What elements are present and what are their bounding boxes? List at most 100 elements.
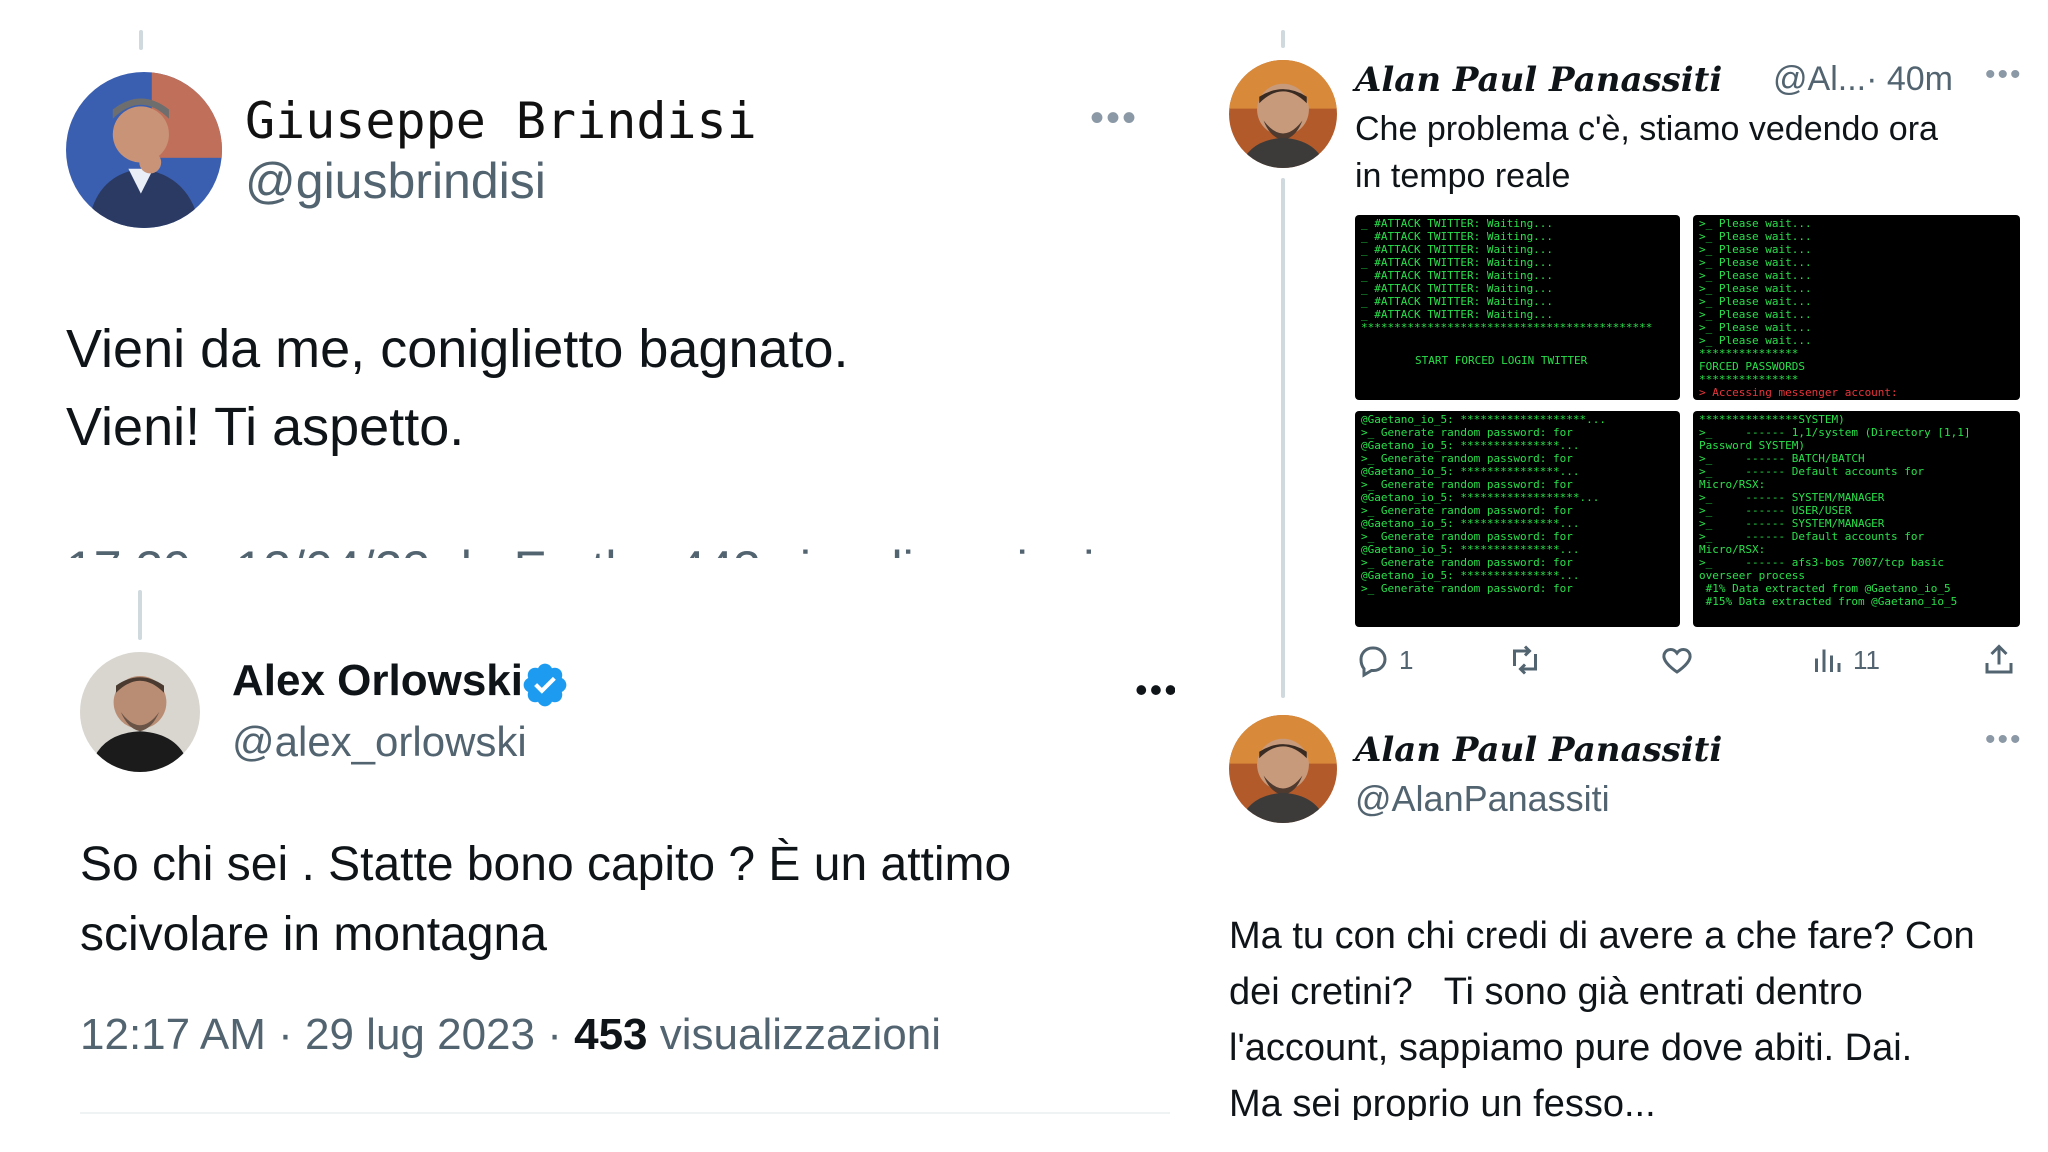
terminal-line: Password SYSTEM) — [1699, 439, 1805, 452]
terminal-line: >_ ------ afs3-bos 7007/tcp basic — [1699, 556, 1945, 569]
tweet-text-line: dei cretini? Ti sono già entrati dentro — [1229, 971, 1863, 1013]
tweet-media-grid[interactable]: _ #ATTACK TWITTER: Waiting... _ #ATTACK T… — [1355, 215, 2020, 627]
terminal-line: >_ Please wait... — [1699, 334, 1812, 347]
tweet-text-line: Vieni da me, coniglietto bagnato. — [66, 319, 849, 379]
tweet-meta-clipped: 17:39 · 13/04/23 da Earth · 443 visualiz… — [66, 540, 1094, 558]
author-name[interactable]: Alex Orlowski — [232, 656, 523, 706]
verified-badge-icon — [523, 663, 567, 707]
terminal-line: #15% Data extracted from @Gaetano_io_5 — [1699, 595, 1958, 608]
terminal-lines: _ #ATTACK TWITTER: Waiting... _ #ATTACK T… — [1361, 217, 1674, 321]
reply-button[interactable]: 1 — [1355, 642, 1413, 678]
terminal-line: _ #ATTACK TWITTER: Waiting... — [1361, 230, 1554, 243]
terminal-line: >_ ------ BATCH/BATCH — [1699, 452, 1865, 465]
terminal-title: START FORCED LOGIN TWITTER — [1415, 354, 1588, 367]
tweet-card-giuseppe: Giuseppe Brindisi @giusbrindisi ••• Vien… — [30, 30, 1175, 558]
author-handle[interactable]: @giusbrindisi — [245, 152, 546, 210]
terminal-line: >_ Please wait... — [1699, 269, 1812, 282]
tweet-text-line: So chi sei . Statte bono capito ? È un a… — [80, 838, 1012, 891]
tweet-text: Che problema c'è, stiamo vedendo ora in … — [1355, 106, 2005, 200]
tweet-text-line: Che problema c'è, stiamo vedendo ora — [1355, 110, 1938, 148]
like-button[interactable] — [1659, 642, 1703, 678]
tweet-text-line: Ma sei proprio un fesso... — [1229, 1083, 1656, 1120]
terminal-line: >_ Generate random password: for — [1361, 452, 1573, 465]
terminal-line: >_ Generate random password: for — [1361, 582, 1573, 595]
terminal-line: _ #ATTACK TWITTER: Waiting... — [1361, 295, 1554, 308]
avatar[interactable] — [1229, 715, 1337, 823]
author-handle[interactable]: @alex_orlowski — [232, 718, 527, 766]
tweet-text: So chi sei . Statte bono capito ? È un a… — [80, 830, 1011, 970]
terminal-line: _ #ATTACK TWITTER: Waiting... — [1361, 243, 1554, 256]
author-handle[interactable]: @Al... — [1773, 60, 1866, 98]
terminal-line: Micro/RSX: — [1699, 478, 1766, 491]
avatar[interactable] — [66, 72, 222, 228]
more-horizontal-icon[interactable]: ••• — [1135, 672, 1175, 708]
terminal-separator: *************** — [1699, 347, 1799, 360]
avatar[interactable] — [80, 652, 200, 772]
terminal-screenshot[interactable]: >_ Please wait... >_ Please wait... >_ Ple… — [1693, 215, 2020, 400]
avatar[interactable] — [1229, 60, 1337, 168]
terminal-line: >_ ------ USER/USER — [1699, 504, 1852, 517]
thread-connector — [139, 30, 143, 50]
retweet-icon — [1513, 645, 1537, 675]
terminal-line: @Gaetano_io_5: ******************... — [1361, 491, 1600, 504]
terminal-line: >_ Please wait... — [1699, 217, 1812, 230]
analytics-icon — [1815, 649, 1841, 672]
terminal-separator: ****************************************… — [1361, 321, 1653, 334]
tweet-card-alex: Alex Orlowski @alex_orlowski ••• So chi … — [30, 590, 1175, 1118]
author-name[interactable]: Alan Paul Panassiti — [1355, 60, 1722, 100]
views-count: 453 — [574, 1010, 648, 1059]
author-name[interactable]: Alan Paul Panassiti — [1355, 730, 1722, 770]
author-handle[interactable]: @AlanPanassiti — [1355, 778, 1610, 820]
terminal-line: >_ Generate random password: for — [1361, 530, 1573, 543]
more-horizontal-icon[interactable]: ••• — [1985, 725, 2020, 755]
views-label: visualizzazioni — [659, 1010, 941, 1059]
more-horizontal-icon[interactable]: ••• — [1090, 98, 1138, 138]
terminal-line: overseer process — [1699, 569, 1805, 582]
terminal-line: @Gaetano_io_5: ***************... — [1361, 517, 1580, 530]
terminal-line: >_ ------ SYSTEM/MANAGER — [1699, 491, 1885, 504]
terminal-line: >_ ------ SYSTEM/MANAGER — [1699, 517, 1885, 530]
terminal-line: Micro/RSX: — [1699, 543, 1766, 556]
tweet-timestamp[interactable]: 12:17 AM · 29 lug 2023 · — [80, 1010, 562, 1059]
terminal-line: >_ Generate random password: for — [1361, 504, 1573, 517]
terminal-line: >_ Please wait... — [1699, 308, 1812, 321]
terminal-line: >_ Please wait... — [1699, 282, 1812, 295]
terminal-alert: > Accessing messenger account: — [1699, 386, 1898, 399]
tweet-text: Vieni da me, coniglietto bagnato. Vieni!… — [66, 310, 849, 466]
terminal-line: _ #ATTACK TWITTER: Waiting... — [1361, 282, 1554, 295]
terminal-screenshot[interactable]: ***************SYSTEM) >_ ------ 1,1/syst… — [1693, 411, 2020, 627]
terminal-line: @Gaetano_io_5: ***************... — [1361, 465, 1580, 478]
terminal-line: #1% Data extracted from @Gaetano_io_5 — [1699, 582, 1951, 595]
terminal-line: @Gaetano_io_5: ***************... — [1361, 569, 1580, 582]
terminal-line: _ #ATTACK TWITTER: Waiting... — [1361, 269, 1554, 282]
terminal-line: >_ ------ Default accounts for — [1699, 465, 1925, 478]
terminal-separator: *************** — [1699, 373, 1799, 386]
terminal-line: ***************SYSTEM) — [1699, 413, 1845, 426]
tweet-text-line: scivolare in montagna — [80, 908, 547, 961]
retweet-button[interactable] — [1507, 642, 1551, 678]
tweet-meta: 12:17 AM · 29 lug 2023 · 453 visualizzaz… — [80, 1010, 941, 1060]
terminal-line: _ #ATTACK TWITTER: Waiting... — [1361, 256, 1554, 269]
reply-count: 1 — [1399, 644, 1414, 675]
terminal-line: _ #ATTACK TWITTER: Waiting... — [1361, 217, 1554, 230]
terminal-line: @Gaetano_io_5: ***************... — [1361, 439, 1580, 452]
terminal-lines: >_ Please wait... >_ Please wait... >_ Ple… — [1699, 217, 2014, 347]
terminal-line: >_ ------ Default accounts for — [1699, 530, 1925, 543]
share-button[interactable] — [1981, 642, 2017, 678]
tweet-text-line: Vieni! Ti aspetto. — [66, 397, 465, 457]
views-button[interactable]: 11 — [1809, 642, 1880, 678]
more-horizontal-icon[interactable]: ••• — [1985, 60, 2020, 90]
heart-icon — [1662, 647, 1692, 674]
terminal-line: >_ Please wait... — [1699, 321, 1812, 334]
terminal-line: >_ Generate random password: for — [1361, 556, 1573, 569]
terminal-line: >_ Generate random password: for — [1361, 426, 1573, 439]
author-handle-and-age[interactable]: @Al...· 40m — [1773, 60, 1953, 99]
views-count: 11 — [1853, 644, 1880, 675]
terminal-screenshot[interactable]: @Gaetano_io_5: *******************... >_ … — [1355, 411, 1680, 627]
terminal-line: >_ Please wait... — [1699, 256, 1812, 269]
terminal-line: >_ ------ 1,1/system (Directory [1,1] — [1699, 426, 1971, 439]
author-name[interactable]: Giuseppe Brindisi — [245, 92, 757, 150]
terminal-screenshot[interactable]: _ #ATTACK TWITTER: Waiting... _ #ATTACK T… — [1355, 215, 1680, 400]
tweet-text-line: Ma tu con chi credi di avere a che fare?… — [1229, 915, 1975, 957]
reply-icon — [1359, 646, 1387, 678]
